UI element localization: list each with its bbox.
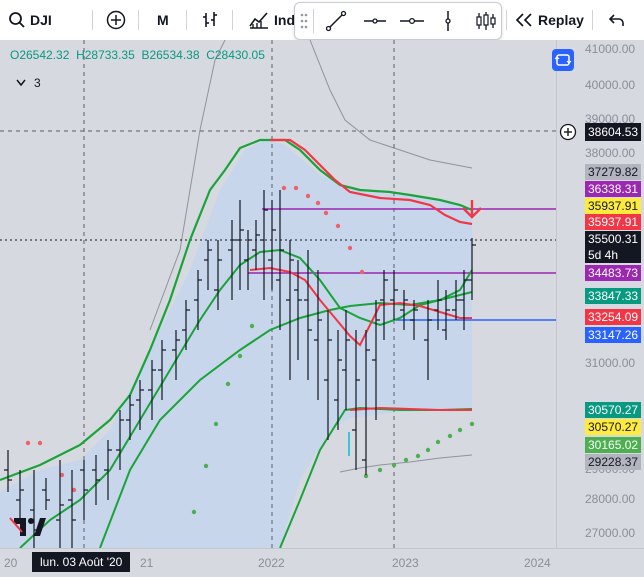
vertical-line-icon[interactable]	[441, 10, 455, 32]
price-tick: 40000.00	[585, 78, 636, 92]
price-tick: 27000.00	[585, 526, 636, 540]
price-tick: 31000.00	[585, 356, 636, 370]
replay-label: Replay	[538, 12, 584, 28]
indicators-icon	[249, 12, 268, 29]
add-circle-icon	[106, 10, 126, 30]
price-tick: 38000.00	[585, 146, 636, 160]
replay-button[interactable]: Replay	[514, 0, 584, 40]
price-label: 35500.31	[557, 231, 641, 247]
price-label: 30570.27	[557, 419, 641, 435]
price-label: 37279.82	[557, 164, 641, 180]
bar-style-icon	[203, 12, 217, 27]
price-label: 35937.91	[557, 198, 641, 214]
toolbar-separator	[138, 10, 139, 30]
time-tick: 20	[4, 556, 18, 570]
legend-high: H28733.35	[76, 48, 135, 62]
collapsed-indicator-count: 3	[34, 76, 41, 90]
price-label: 30570.27	[557, 402, 641, 418]
chart-pane[interactable]	[0, 40, 556, 548]
long-position-icon[interactable]	[475, 10, 497, 32]
plus-circle-icon[interactable]	[559, 123, 577, 141]
price-label: 29228.37	[557, 454, 641, 470]
legend-open: O26542.32	[10, 48, 70, 62]
axis-corner	[556, 548, 644, 577]
time-tick: 2022	[258, 556, 285, 570]
time-tick: 2023	[392, 556, 419, 570]
time-tick: 21	[140, 556, 154, 570]
chart-app: DJI M Ind Replay O26542.32 H28733.35 B26…	[0, 0, 644, 577]
drag-handle-icon[interactable]	[299, 12, 309, 30]
compare-button[interactable]	[106, 0, 126, 40]
horizontal-line-icon[interactable]	[363, 10, 387, 32]
ohlc-legend: O26542.32 H28733.35 B26534.38 C28430.05	[10, 48, 265, 62]
autofit-button[interactable]	[552, 49, 574, 71]
legend-close: C28430.05	[206, 48, 265, 62]
price-tick: 41000.00	[585, 42, 636, 56]
price-label: 5d 4h	[557, 247, 641, 263]
crosshair-price-value: 38604.53	[585, 123, 641, 141]
crosshair-date-label: lun. 03 Août '20	[32, 552, 131, 572]
toolbar-separator	[313, 9, 314, 33]
bollinger-band-fill	[0, 140, 472, 548]
price-label: 35937.91	[557, 214, 641, 230]
toolbar-separator	[506, 10, 507, 30]
price-label: 34483.73	[557, 265, 641, 281]
bar-style-button[interactable]	[200, 0, 220, 40]
top-toolbar: DJI M Ind Replay	[0, 0, 644, 41]
horizontal-ray-icon[interactable]	[399, 10, 425, 32]
outer-band-lower	[339, 454, 473, 473]
undo-icon	[608, 14, 624, 26]
undo-button[interactable]	[608, 0, 626, 40]
legend-low: B26534.38	[141, 48, 200, 62]
autofit-icon	[554, 54, 572, 66]
chevron-down-icon	[16, 79, 26, 87]
toolbar-separator	[186, 10, 187, 30]
toolbar-separator	[592, 10, 593, 30]
drawing-toolbar	[294, 2, 502, 40]
symbol-search[interactable]: DJI	[8, 0, 52, 40]
price-label: 30165.02	[557, 437, 641, 453]
indicators-collapse-toggle[interactable]: 3	[16, 76, 41, 90]
price-tick: 28000.00	[585, 492, 636, 506]
trendline-icon[interactable]	[325, 10, 347, 32]
price-label: 36338.31	[557, 181, 641, 197]
outer-band-upper-right	[309, 40, 473, 169]
crosshair-price-label: 38604.53	[557, 123, 641, 141]
indicators-button[interactable]: Ind	[248, 0, 295, 40]
chart-canvas[interactable]	[0, 40, 556, 548]
interval-button[interactable]: M	[157, 0, 169, 40]
interval-label: M	[157, 12, 169, 28]
toolbar-separator	[92, 10, 93, 30]
price-label: 33254.09	[557, 309, 641, 325]
price-label: 33847.33	[557, 288, 641, 304]
toolbar-separator	[232, 10, 233, 30]
search-icon	[9, 12, 25, 28]
symbol-label: DJI	[30, 12, 52, 28]
time-tick: 2024	[524, 556, 551, 570]
indicators-label: Ind	[274, 12, 295, 28]
replay-icon	[515, 13, 532, 27]
price-label: 33147.26	[557, 327, 641, 343]
